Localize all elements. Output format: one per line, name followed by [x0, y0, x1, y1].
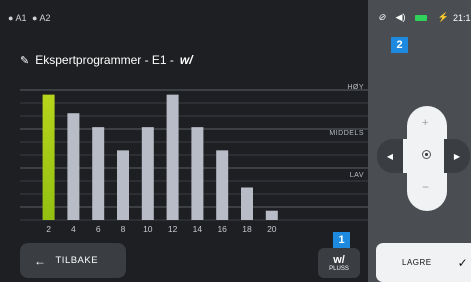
right-arrow-button[interactable]: ▶	[444, 139, 470, 173]
flash-icon: ⚡	[437, 12, 449, 22]
x-tick-label: 16	[217, 224, 227, 234]
x-tick-label: 8	[120, 224, 126, 234]
x-tick-label: 12	[167, 224, 178, 234]
bar-6	[92, 127, 105, 220]
center-select-button[interactable]	[422, 150, 431, 159]
increase-button[interactable]: +	[422, 117, 428, 129]
wm-logo-icon: ᴡ/	[333, 253, 345, 266]
x-tick-label: 6	[95, 224, 101, 234]
save-button[interactable]: LAGRE ✓	[376, 243, 471, 282]
bar-18	[241, 187, 253, 220]
level-label-high: HØY	[347, 84, 364, 91]
bar-10	[141, 127, 154, 220]
back-label: TILBAKE	[55, 255, 99, 266]
bar-4	[67, 113, 80, 220]
bar-12	[166, 94, 179, 220]
x-tick-label: 18	[242, 224, 252, 234]
bar-2	[42, 94, 55, 220]
callout-badge-1: 1	[333, 232, 350, 248]
level-label-medium: MIDDELS	[329, 130, 364, 137]
battery-icon	[415, 14, 428, 21]
save-label: LAGRE	[402, 258, 432, 267]
x-tick-label: 10	[143, 224, 153, 234]
caret-left-icon: ◀	[386, 151, 394, 161]
intensity-chart	[20, 89, 368, 221]
bar-8	[117, 150, 129, 220]
speaker-icon: ◀)	[395, 12, 406, 22]
callout-badge-2: 2	[391, 37, 408, 53]
system-status-bar: ⊘ ◀) ⚡	[378, 12, 449, 23]
x-tick-label: 14	[192, 224, 203, 234]
pluss-button[interactable]: ᴡ/ PLUSS	[318, 248, 360, 278]
bar-16	[216, 150, 229, 220]
pluss-label: PLUSS	[329, 265, 349, 272]
bar-14	[191, 127, 204, 220]
back-button[interactable]: ← TILBAKE	[20, 243, 126, 278]
check-icon: ✓	[457, 255, 469, 270]
arrow-left-icon: ←	[34, 253, 47, 268]
x-tick-label: 2	[46, 224, 51, 234]
program-panel: ● A1 ● A2 ✎ Ekspertprogrammer - E1 - ᴡ/ …	[0, 0, 368, 282]
x-tick-label: 4	[71, 224, 76, 234]
clock: 21:1	[453, 13, 471, 23]
bluetooth-icon: ⊘	[378, 12, 386, 22]
x-tick-label: 20	[267, 224, 277, 234]
bar-20	[265, 210, 278, 220]
caret-right-icon: ▶	[453, 151, 461, 161]
level-label-low: LAV	[349, 172, 364, 179]
decrease-button[interactable]: −	[422, 180, 429, 194]
left-arrow-button[interactable]: ◀	[377, 139, 403, 173]
